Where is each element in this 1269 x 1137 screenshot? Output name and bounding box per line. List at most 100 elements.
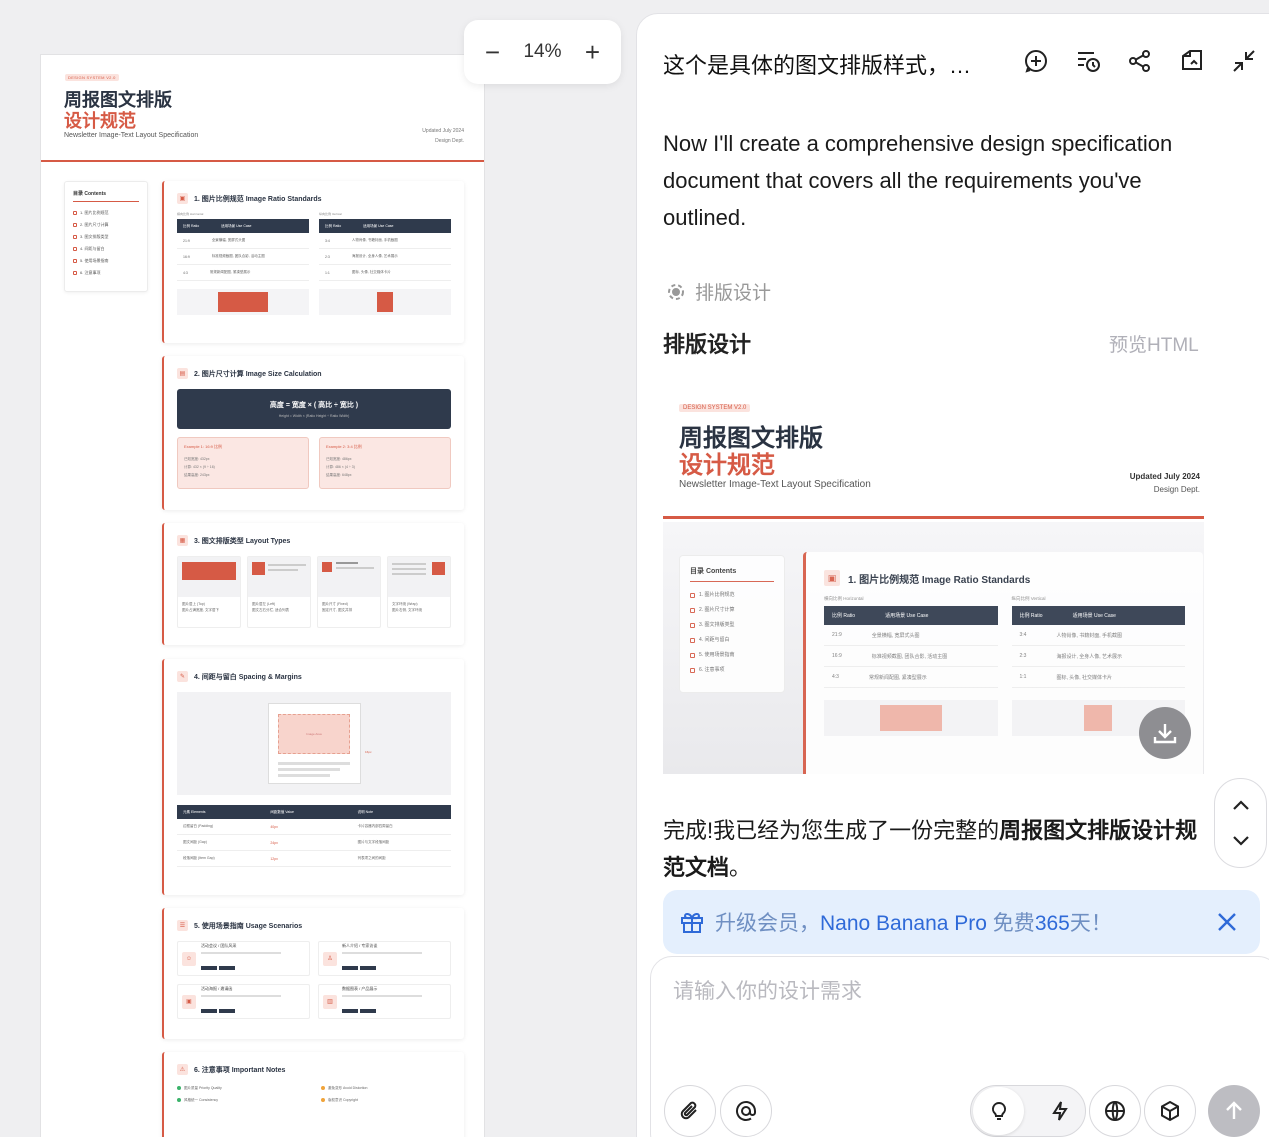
paperclip-icon (680, 1101, 697, 1120)
3d-model-button[interactable] (1144, 1085, 1196, 1137)
mode-toggle (970, 1085, 1086, 1137)
zoom-level: 14% (523, 41, 562, 62)
note-item: 风格统一 Consistency (177, 1097, 307, 1103)
toc-item: 5. 使用场景指南 (690, 648, 774, 663)
zoom-in-button[interactable]: + (582, 39, 604, 65)
formula: 高度 = 宽度 × ( 高比 ÷ 宽比 ) (269, 402, 359, 409)
doc-subtitle: Newsletter Image-Text Layout Specificati… (64, 132, 199, 139)
section-title: 1. 图片比例规范 Image Ratio Standards (194, 195, 322, 203)
zoom-control: − 14% + (464, 20, 621, 84)
table-row: 边框留白 (Padding) 40px 卡片容器内部四周留白 (177, 819, 451, 835)
note-item: 版权意识 Copyright (321, 1097, 451, 1103)
upgrade-banner[interactable]: 升级会员，Nano Banana Pro 免费365天！ (663, 890, 1260, 954)
history-button[interactable] (1075, 48, 1101, 74)
doc-updated-date: Updated July 2024 (1129, 472, 1200, 481)
table-header: 比例 Ratio 适用场景 Use Case (177, 219, 309, 233)
table-row: 1:1 图标, 头像, 社交媒体卡片 (1011, 667, 1185, 688)
section-title: 6. 注意事项 Important Notes (194, 1066, 286, 1074)
formula-en: Height = Width × (Ratio Height ÷ Ratio W… (278, 414, 350, 418)
canvas-button[interactable] (1179, 48, 1205, 74)
example-card: Example 2: 3:4 比例 已知宽度: 486px 计算: 486 × … (319, 437, 451, 489)
promo-text: 升级会员，Nano Banana Pro 免费365天！ (715, 912, 1112, 935)
toc-item: 1. 图片比例规范 (690, 588, 774, 603)
table-header: 比例 Ratio 适用场景 Use Case (824, 606, 998, 625)
scroll-down-button[interactable] (1228, 827, 1254, 853)
think-mode-button[interactable] (973, 1087, 1024, 1135)
doc-title-line2: 设计规范 (679, 452, 775, 479)
zoom-out-button[interactable]: − (481, 39, 503, 65)
layout-card: 图片居上 (Top) 图片占满宽度, 文字居下 (177, 556, 241, 628)
toc-bullet-icon (73, 211, 77, 215)
table-row: 16:9 标准视频截图, 团队合影, 活动主图 (177, 249, 309, 265)
table-row: 2:3 海报设计, 全身人像, 艺术展示 (319, 249, 451, 265)
toc-bullet-icon (73, 271, 77, 275)
doc-header: DESIGN SYSTEM V2.0 周报图文排版 设计规范 Newslette… (41, 55, 484, 162)
scenario-card: ☺ 活动会议 / 团队风采 (177, 941, 310, 976)
section-title: 4. 间距与留白 Spacing & Margins (194, 673, 302, 681)
doc-updated-date: Updated July 2024 (422, 128, 464, 134)
table-caption: 纵向比例 Vertical (319, 212, 342, 216)
step-indicator: 排版设计 (667, 278, 771, 305)
toc-item: 6. 注意事项 (73, 267, 139, 279)
at-icon (736, 1101, 756, 1121)
ruler-icon: ✎ (177, 671, 188, 682)
layout-icon: ▦ (177, 535, 188, 546)
section-usage: ☰ 5. 使用场景指南 Usage Scenarios ☺ 活动会议 / 团队风采 … (162, 908, 464, 1039)
preview-html-link[interactable]: 预览HTML (1109, 330, 1199, 357)
people-icon: ☺ (182, 951, 196, 966)
scenario-card: ▣ 活动海报 / 邀请函 (177, 984, 310, 1019)
fast-mode-button[interactable] (1034, 1087, 1085, 1135)
image-area: Image Area (278, 714, 350, 754)
chart-icon: ▥ (323, 994, 337, 1009)
assistant-message: Now I'll create a comprehensive design s… (663, 131, 1173, 230)
web-search-button[interactable] (1089, 1085, 1141, 1137)
prompt-input[interactable] (673, 975, 1233, 1035)
share-button[interactable] (1127, 48, 1153, 74)
table-row: 3:4 人物肖像, 书籍封面, 手机截图 (319, 233, 451, 249)
scenario-card: ▥ 数据图表 / 产品展示 (318, 984, 451, 1019)
scroll-up-button[interactable] (1228, 793, 1254, 819)
table-row: 图文间距 (Gap) 24px 图片与文字段落间距 (177, 835, 451, 851)
example-card: Example 1: 16:9 比例 已知宽度: 432px 计算: 432 ×… (177, 437, 309, 489)
gift-icon (681, 912, 703, 933)
canvas-icon (1182, 50, 1202, 70)
doc-badge: DESIGN SYSTEM V2.0 (65, 74, 119, 81)
collapse-button[interactable] (1231, 48, 1257, 74)
design-canvas[interactable]: DESIGN SYSTEM V2.0 周报图文排版 设计规范 Newslette… (0, 0, 636, 1137)
loading-icon (668, 283, 684, 300)
toc-item: 3. 图文排版类型 (73, 231, 139, 243)
send-button[interactable] (1208, 1085, 1260, 1137)
result-card-title: 排版设计 (663, 332, 752, 357)
close-icon (1218, 913, 1236, 931)
close-banner-button[interactable] (1214, 909, 1240, 935)
toc-item: 6. 注意事项 (690, 663, 774, 678)
download-button[interactable] (1139, 707, 1191, 759)
new-chat-icon (1025, 50, 1047, 73)
table-row: 21:9 全景横幅, 宽屏式头图 (824, 625, 998, 646)
toc-item: 1. 图片比例规范 (73, 207, 139, 219)
header-toolbar (1023, 48, 1257, 74)
doc-updated: Updated July 2024 Design Dept. (422, 126, 464, 146)
doc-dept: Design Dept. (1153, 485, 1200, 494)
mention-button[interactable] (720, 1085, 772, 1137)
section-title: 5. 使用场景指南 Usage Scenarios (194, 922, 303, 930)
toc-item: 2. 图片尺寸计算 (73, 219, 139, 231)
attach-button[interactable] (664, 1085, 716, 1137)
table-header: 比例 Ratio 适用场景 Use Case (319, 219, 451, 233)
panel-header: 这个是具体的图文排版样式，… (663, 48, 1255, 80)
image-icon: ▣ (177, 193, 188, 204)
table-row: 2:3 海报设计, 全身人像, 艺术展示 (1011, 646, 1185, 667)
note-item: 图片质量 Priority Quality (177, 1085, 307, 1091)
doc-badge: DESIGN SYSTEM V2.0 (679, 404, 751, 412)
result-thumbnail[interactable]: DESIGN SYSTEM V2.0 周报图文排版 设计规范 Newslette… (663, 384, 1204, 774)
spacing-label: 16px (365, 750, 372, 754)
user-icon: ♙ (323, 951, 337, 966)
cube-icon (1161, 1100, 1179, 1122)
completion-message: 完成!我已经为您生成了一份完整的周报图文排版设计规范文档。 (663, 818, 1198, 880)
conversation-title[interactable]: 这个是具体的图文排版样式，… (663, 48, 975, 80)
toc-item: 2. 图片尺寸计算 (690, 603, 774, 618)
chevron-down-icon (1232, 836, 1249, 846)
new-chat-button[interactable] (1023, 48, 1049, 74)
toc-title: 目录 Contents (73, 190, 139, 202)
table-header: 比例 Ratio 适用场景 Use Case (1011, 606, 1185, 625)
